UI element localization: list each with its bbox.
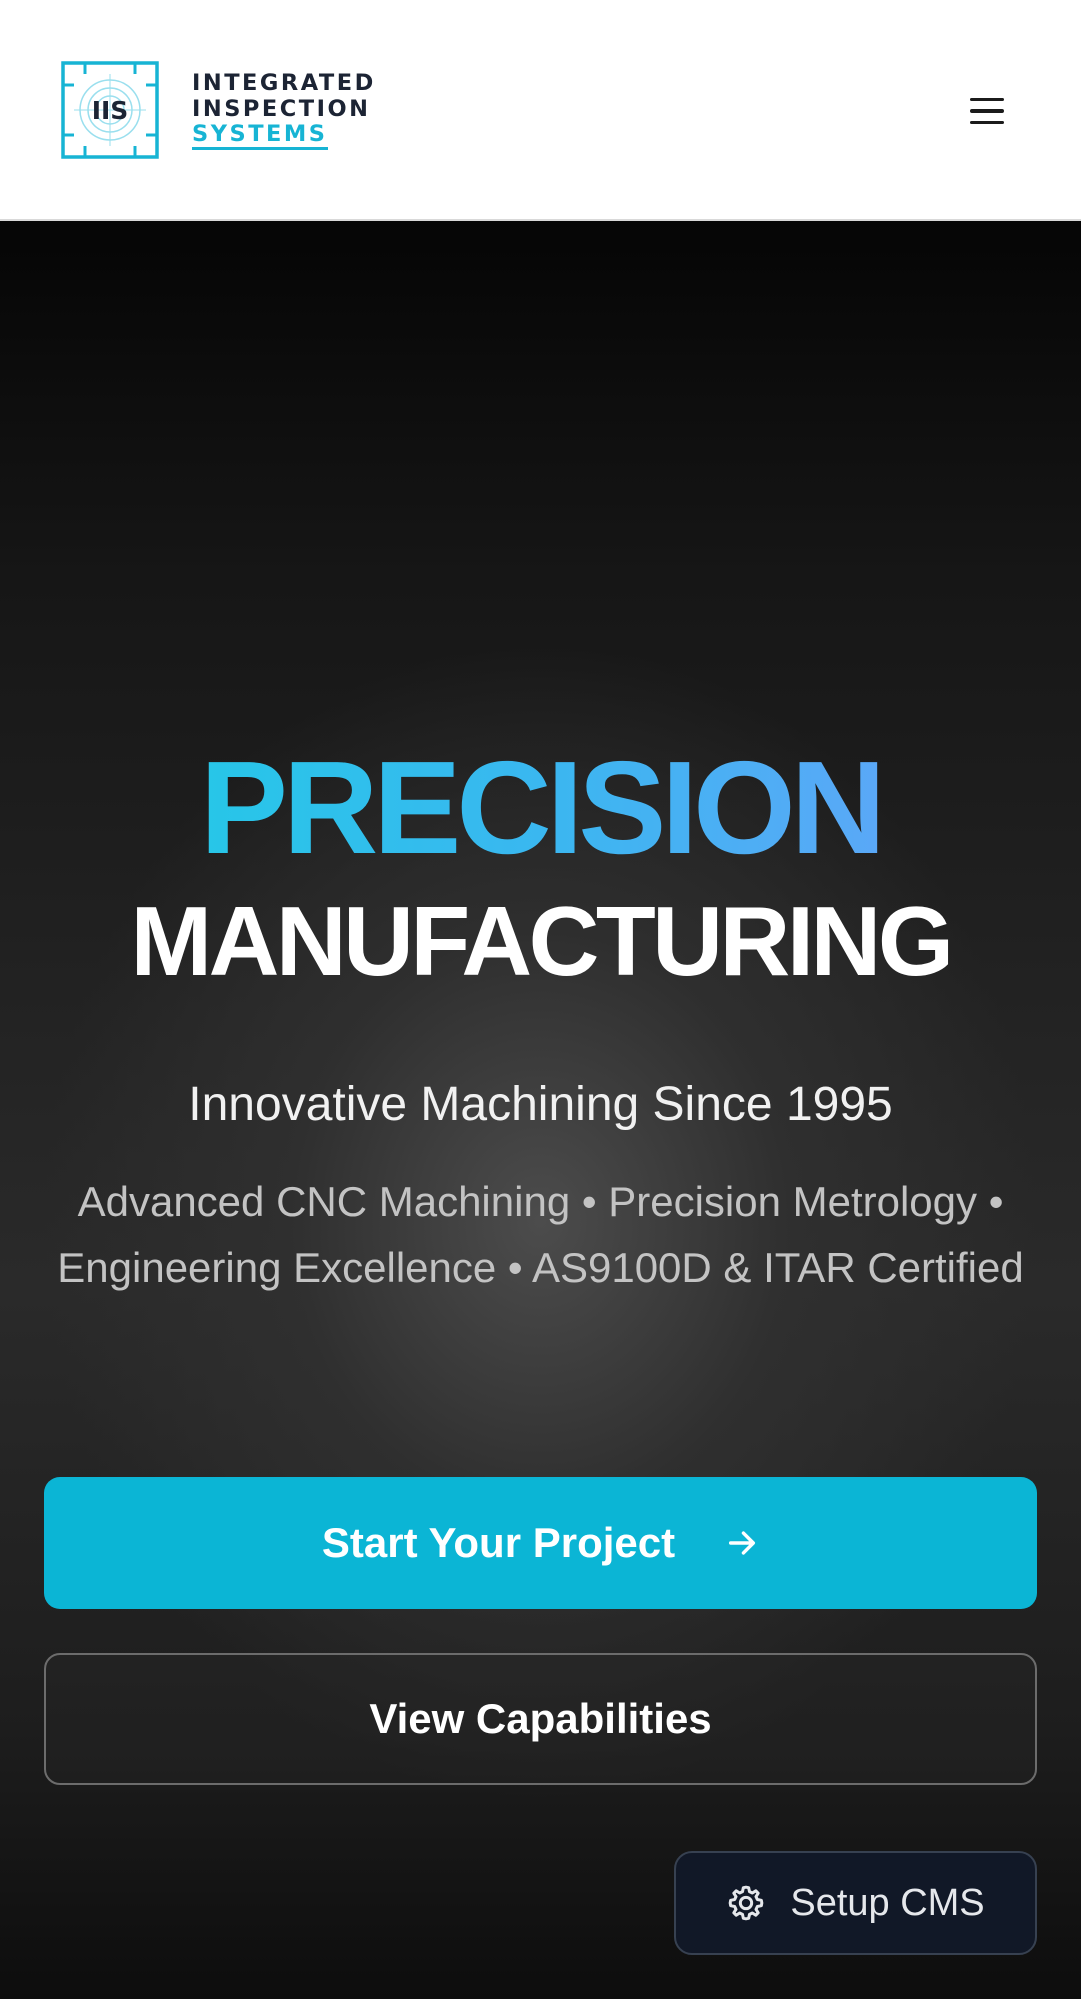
hero-title-manufacturing: MANUFACTURING	[130, 886, 954, 996]
arrow-right-icon	[729, 1531, 756, 1555]
view-capabilities-label: View Capabilities	[369, 1695, 712, 1742]
hamburger-menu-button[interactable]	[960, 84, 1014, 138]
hamburger-bar	[970, 120, 1004, 125]
logo-line-systems: SYSTEMS	[192, 122, 328, 150]
view-capabilities-button[interactable]: View Capabilities	[44, 1653, 1037, 1785]
start-project-button[interactable]: Start Your Project	[44, 1477, 1037, 1609]
logo-link[interactable]: IIS INTEGRATED INSPECTION SYSTEMS	[60, 60, 376, 160]
logo-mark-text: IIS	[92, 96, 129, 125]
logo-line-inspection: INSPECTION	[192, 96, 371, 122]
hero-description: Advanced CNC Machining • Precision Metro…	[57, 1178, 1024, 1291]
hero-title-precision: PRECISION	[0, 738, 1081, 878]
hamburger-menu-icon	[970, 97, 1004, 102]
logo-wordmark: INTEGRATED INSPECTION SYSTEMS	[192, 70, 376, 150]
gear-icon	[729, 1885, 764, 1921]
site-header: IIS INTEGRATED INSPECTION SYSTEMS	[0, 0, 1081, 221]
setup-cms-label: Setup CMS	[790, 1881, 985, 1924]
hero-title-precision-text: PRECISION	[199, 734, 886, 881]
hero-section: PRECISION MANUFACTURING Innovative Machi…	[0, 221, 1081, 1999]
hamburger-bar	[970, 109, 1004, 113]
logo-mark-icon: IIS	[61, 61, 159, 159]
start-project-label: Start Your Project	[321, 1519, 676, 1566]
logo-line-integrated: INTEGRATED	[192, 70, 376, 96]
hero-subtitle: Innovative Machining Since 1995	[188, 1078, 893, 1131]
setup-cms-button[interactable]: Setup CMS	[674, 1851, 1037, 1955]
